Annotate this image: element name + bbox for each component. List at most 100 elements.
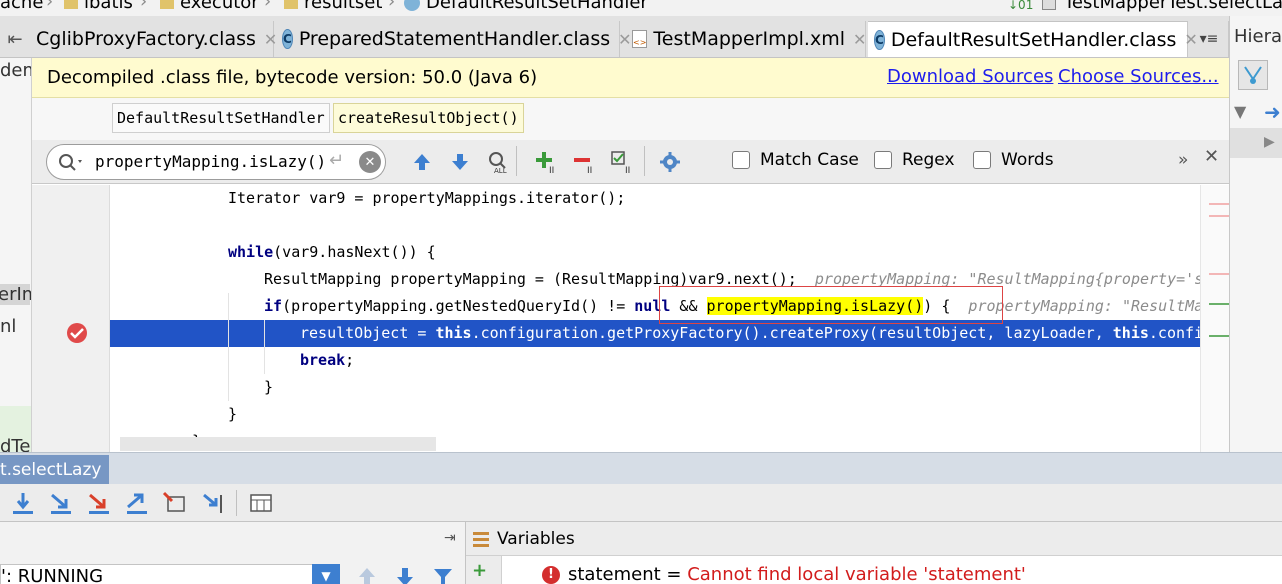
search-history-icon[interactable] — [57, 152, 87, 174]
code-line: Iterator var9 = propertyMappings.iterato… — [228, 189, 626, 207]
code-text: && — [670, 297, 707, 315]
tab-label: CglibProxyFactory.class — [36, 28, 256, 50]
expand-arrow-icon[interactable]: ▶ — [1264, 134, 1275, 150]
previous-occurrence-icon[interactable] — [410, 150, 434, 174]
run-to-cursor-icon[interactable] — [200, 491, 226, 515]
breadcrumb-item[interactable]: ibatis — [64, 0, 133, 13]
breadcrumb-item[interactable]: ache — [0, 0, 43, 13]
breadcrumb-item[interactable]: resultset — [284, 0, 382, 13]
select-all-occurrences-icon[interactable]: II — [610, 150, 634, 174]
stripe-marker[interactable] — [1209, 203, 1229, 205]
code-line: if(propertyMapping.getNestedQueryId() !=… — [264, 293, 1229, 320]
next-frame-icon[interactable] — [394, 566, 416, 584]
tab-list-dropdown-icon[interactable]: ▾≡ — [1190, 21, 1229, 57]
code-line: } — [228, 405, 238, 423]
debug-session-tab[interactable]: t.selectLazy — [0, 455, 110, 485]
breadcrumb-separator: › — [264, 0, 272, 12]
debug-tool-window-header: t.selectLazy — [0, 452, 1282, 485]
words-checkbox[interactable]: Words — [973, 150, 1054, 170]
code-text: resultObject = — [300, 324, 436, 342]
class-icon: C — [874, 29, 885, 50]
variable-name: statement — [568, 564, 661, 584]
tab-label: DefaultResultSetHandler.class — [890, 28, 1177, 51]
thread-selector[interactable]: ': RUNNING — [0, 564, 340, 584]
force-step-into-icon[interactable] — [86, 491, 112, 515]
tab-test-mapper-impl-xml[interactable]: <> TestMapperImpl.xml ✕ — [622, 21, 866, 57]
breadcrumb-label: ibatis — [84, 0, 133, 13]
choose-sources-link[interactable]: Choose Sources... — [1058, 66, 1219, 87]
step-into-icon[interactable] — [48, 491, 74, 515]
current-execution-line: resultObject = this.configuration.getPro… — [110, 320, 1229, 347]
breadcrumb-item[interactable]: DefaultResultSetHandler — [404, 0, 648, 13]
class-icon — [404, 0, 420, 11]
hierarchy-row[interactable]: ▶ — [1230, 128, 1282, 158]
tab-cglib-proxy-factory[interactable]: CglibProxyFactory.class ✕ — [32, 21, 277, 57]
new-line-icon[interactable]: ↵ — [329, 150, 344, 171]
class-crumb[interactable]: DefaultResultSetHandler — [112, 103, 330, 133]
indent-guide — [228, 293, 229, 401]
frames-pane: ⇥ ': RUNNING ▼ — [0, 522, 466, 584]
more-options-icon[interactable]: » — [1178, 150, 1188, 170]
drop-frame-icon[interactable] — [162, 491, 188, 515]
stripe-marker[interactable] — [1209, 335, 1229, 337]
decompiled-notice-banner: Decompiled .class file, bytecode version… — [32, 58, 1229, 98]
find-all-icon[interactable]: ALL — [486, 150, 510, 174]
breadcrumb-item[interactable]: executor — [160, 0, 259, 13]
indent-guide — [264, 320, 265, 374]
tabs-scroll-left-icon[interactable]: ⇤ — [0, 21, 30, 57]
stripe-marker[interactable] — [1209, 215, 1229, 217]
code-keyword: this — [435, 324, 472, 342]
navigate-arrow-icon[interactable]: ➜ — [1264, 100, 1281, 124]
breakpoint-icon[interactable] — [66, 322, 88, 344]
svg-text:II: II — [587, 166, 592, 174]
filter-icon[interactable] — [432, 566, 454, 584]
tab-default-result-set-handler[interactable]: C DefaultResultSetHandler.class ✕ — [868, 21, 1198, 57]
new-watch-icon[interactable]: + — [472, 560, 487, 581]
previous-frame-icon[interactable] — [356, 566, 378, 584]
project-item-label: dTe — [0, 436, 31, 452]
match-case-checkbox[interactable]: Match Case — [732, 150, 859, 170]
editor-gutter[interactable] — [32, 185, 110, 452]
checkbox-label: Words — [1001, 150, 1054, 170]
clear-search-icon[interactable]: ✕ — [359, 151, 381, 173]
evaluate-expression-icon[interactable] — [248, 491, 274, 515]
project-item[interactable]: nl — [0, 316, 16, 337]
remove-occurrence-icon[interactable]: II — [572, 150, 596, 174]
variable-row[interactable]: ! statement = Cannot find local variable… — [542, 564, 1026, 584]
method-crumb[interactable]: createResultObject() — [333, 103, 524, 133]
restore-layout-icon[interactable]: ⇥ — [444, 530, 456, 546]
code-line: break; — [300, 347, 354, 374]
thread-dropdown-icon[interactable]: ▼ — [312, 564, 340, 584]
code-editor[interactable]: resultObject = this.configuration.getPro… — [32, 185, 1229, 452]
collapse-arrow-icon[interactable]: ▼ — [1234, 102, 1246, 121]
regex-checkbox[interactable]: Regex — [874, 150, 955, 170]
code-text: ; — [345, 351, 355, 369]
selected-project-item[interactable]: dTe — [0, 406, 31, 452]
stripe-marker[interactable] — [1209, 303, 1229, 305]
find-toolbar: propertyMapping.isLazy() ↵ ✕ ALL II II I… — [32, 140, 1229, 184]
search-query-text: propertyMapping.isLazy() — [95, 152, 327, 171]
debug-toolbar — [0, 484, 1282, 522]
variables-icon — [473, 532, 489, 547]
hierarchy-type-button[interactable] — [1238, 60, 1268, 90]
project-item[interactable]: erIm — [0, 284, 31, 305]
run-config-selector[interactable]: TestMapperTest.selectLa — [1042, 0, 1282, 13]
close-search-icon[interactable]: ✕ — [1204, 146, 1219, 167]
code-text: (propertyMapping.getNestedQueryId() != — [282, 297, 635, 315]
step-over-icon[interactable] — [10, 491, 36, 515]
vcs-update-icon[interactable]: ↓01 — [1008, 0, 1033, 12]
horizontal-scrollbar[interactable] — [120, 437, 436, 451]
add-occurrence-icon[interactable]: II — [534, 150, 558, 174]
error-stripe[interactable] — [1200, 185, 1229, 452]
project-item[interactable]: dem — [0, 60, 31, 81]
search-input[interactable]: propertyMapping.isLazy() ↵ ✕ — [46, 144, 386, 180]
close-tab-icon[interactable]: ✕ — [853, 30, 866, 49]
breadcrumb-separator: › — [388, 0, 396, 12]
next-occurrence-icon[interactable] — [448, 150, 472, 174]
step-out-icon[interactable] — [124, 491, 150, 515]
tab-prepared-statement-handler[interactable]: C PreparedStatementHandler.class ✕ — [276, 21, 632, 57]
stripe-marker[interactable] — [1209, 273, 1229, 275]
download-sources-link[interactable]: Download Sources — [887, 66, 1053, 87]
settings-gear-icon[interactable] — [658, 150, 682, 174]
search-match-highlight: propertyMapping.isLazy() — [706, 297, 924, 315]
